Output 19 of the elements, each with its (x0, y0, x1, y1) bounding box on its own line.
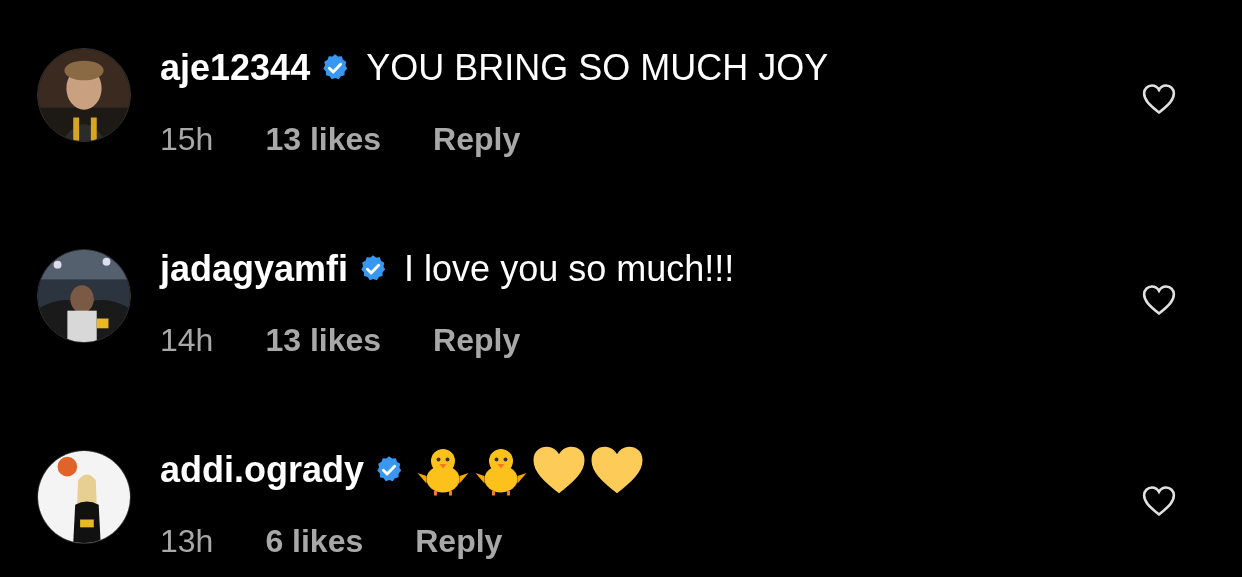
comment-text: YOU BRING SO MUCH JOY (366, 50, 829, 86)
like-heart-icon[interactable] (1142, 485, 1176, 517)
like-heart-icon[interactable] (1142, 83, 1176, 115)
comment-time: 15h (160, 123, 214, 155)
reply-link[interactable]: Reply (415, 525, 503, 557)
likes-count[interactable]: 13 likes (265, 324, 382, 356)
username[interactable]: jadagyamfi (160, 251, 349, 287)
comment-time: 14h (160, 324, 214, 356)
username[interactable]: aje12344 (160, 50, 311, 86)
heart-icon (532, 445, 587, 495)
username[interactable]: addi.ogrady (160, 452, 365, 488)
reply-link[interactable]: Reply (433, 123, 521, 155)
like-heart-icon[interactable] (1142, 284, 1176, 316)
heart-icon (590, 445, 645, 495)
likes-count[interactable]: 13 likes (265, 123, 382, 155)
likes-count[interactable]: 6 likes (265, 525, 364, 557)
comment-time: 13h (160, 525, 214, 557)
comment-text: I love you so much!!! (404, 251, 735, 287)
reply-link[interactable]: Reply (433, 324, 521, 356)
